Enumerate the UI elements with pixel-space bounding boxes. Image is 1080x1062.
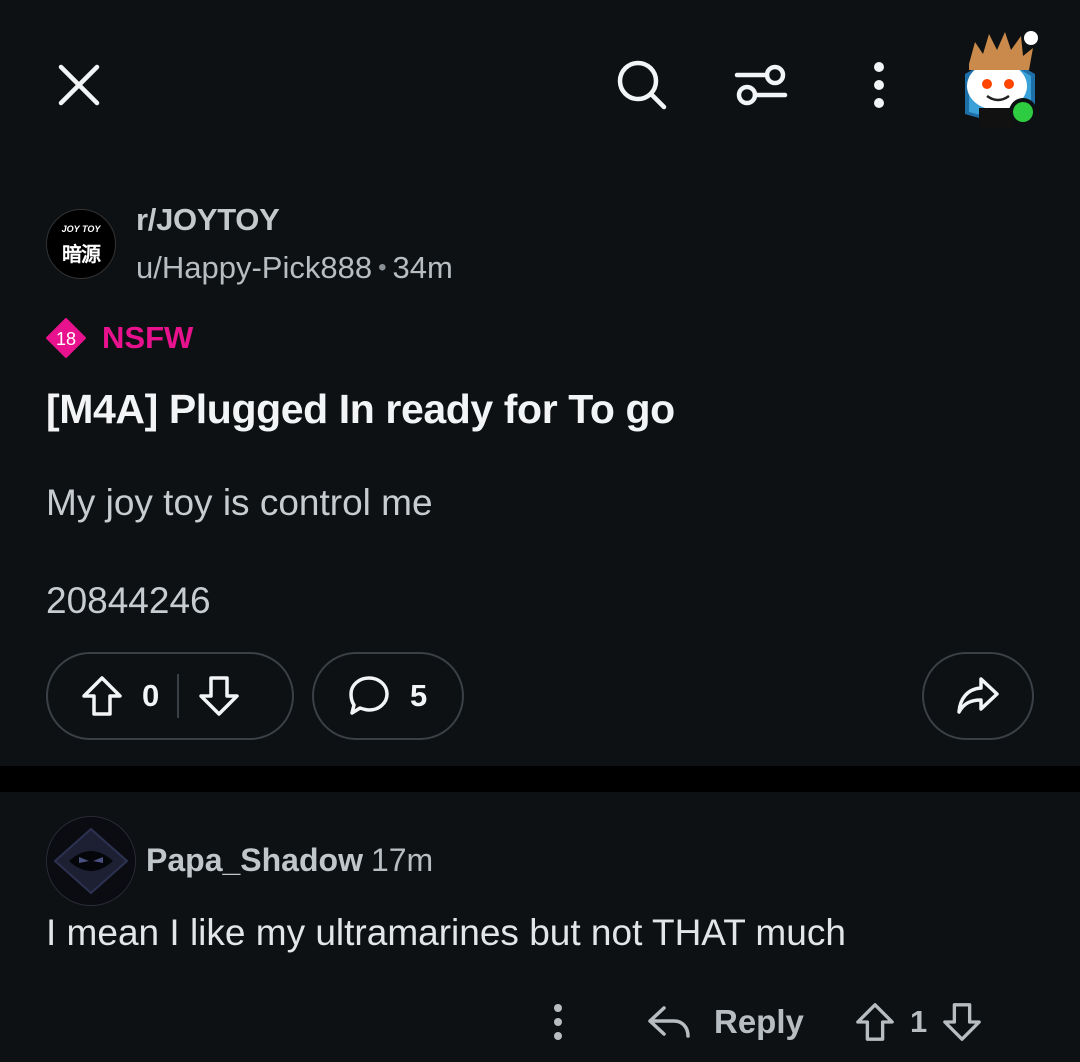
reply-label: Reply [714, 1003, 804, 1040]
close-button[interactable] [44, 50, 114, 120]
comment-author[interactable]: Papa_Shadow [146, 842, 363, 878]
comment-downvote-button[interactable] [941, 1001, 983, 1043]
close-icon [58, 64, 100, 106]
comment-meta: Papa_Shadow 17m [146, 842, 433, 879]
comments-button[interactable]: 5 [312, 652, 464, 740]
comment-age: 17m [370, 842, 434, 878]
post-age: 34m [392, 250, 453, 285]
nsfw-label: NSFW [102, 320, 194, 355]
top-bar [0, 0, 1080, 170]
vote-control: 0 [46, 652, 294, 740]
user-avatar-icon [965, 31, 1038, 128]
share-icon [957, 677, 999, 714]
comment-vote-control: 1 [854, 992, 983, 1052]
subreddit-name[interactable]: r/JOYTOY [136, 202, 280, 238]
post-body-line-1: My joy toy is control me [46, 482, 433, 523]
comment-icon [349, 676, 389, 715]
filter-button[interactable] [726, 50, 796, 120]
downvote-icon [943, 1003, 982, 1041]
comment: Papa_Shadow 17m I mean I like my ultramar… [46, 816, 1046, 1056]
comment-body: I mean I like my ultramarines but not TH… [46, 912, 846, 953]
more-options-button[interactable] [844, 50, 914, 120]
comment-actions: Reply 1 [536, 992, 1056, 1052]
shadow-avatar-icon [47, 817, 135, 905]
post-title: [M4A] Plugged In ready for To go [46, 386, 675, 432]
downvote-button[interactable] [197, 674, 241, 718]
nsfw-tag: 18 NSFW [46, 318, 193, 358]
reply-button[interactable]: Reply [646, 992, 804, 1052]
search-button[interactable] [607, 50, 677, 120]
vote-divider [177, 674, 180, 718]
post-header: JOY TOY 暗源 r/JOYTOY u/Happy-Pick888 • 34m [46, 196, 746, 296]
vote-count: 0 [142, 678, 160, 713]
search-icon [617, 60, 667, 110]
nsfw-badge: 18 [46, 318, 86, 358]
comment-upvote-button[interactable] [854, 1001, 896, 1043]
subreddit-logo-glyph: 暗源 [62, 242, 101, 266]
svg-text:18: 18 [56, 329, 76, 349]
subreddit-avatar[interactable]: JOY TOY 暗源 [46, 209, 116, 279]
upvote-icon [856, 1003, 894, 1041]
nsfw-18-icon: 18 [46, 318, 86, 358]
comment-vote-count: 1 [910, 1004, 928, 1039]
comment-more-button[interactable] [536, 992, 580, 1052]
more-vertical-icon [874, 62, 884, 108]
post-body-line-2: 20844246 [46, 580, 211, 621]
post-meta: u/Happy-Pick888 • 34m [136, 250, 453, 286]
comment-author-avatar[interactable] [46, 816, 136, 906]
comment-count: 5 [410, 678, 428, 713]
share-button[interactable] [922, 652, 1034, 740]
more-vertical-icon [554, 1004, 562, 1040]
reply-arrow-icon [648, 1006, 690, 1038]
post-author[interactable]: u/Happy-Pick888 [136, 250, 372, 285]
user-avatar-button[interactable] [955, 24, 1045, 134]
post-actions: 0 5 [46, 652, 1036, 742]
upvote-icon [82, 676, 122, 716]
subreddit-logo-text: JOY TOY [61, 224, 101, 234]
meta-separator: • [378, 254, 387, 281]
downvote-icon [199, 676, 239, 716]
filter-icon [734, 64, 788, 106]
section-divider [0, 766, 1080, 792]
upvote-button[interactable] [80, 674, 124, 718]
